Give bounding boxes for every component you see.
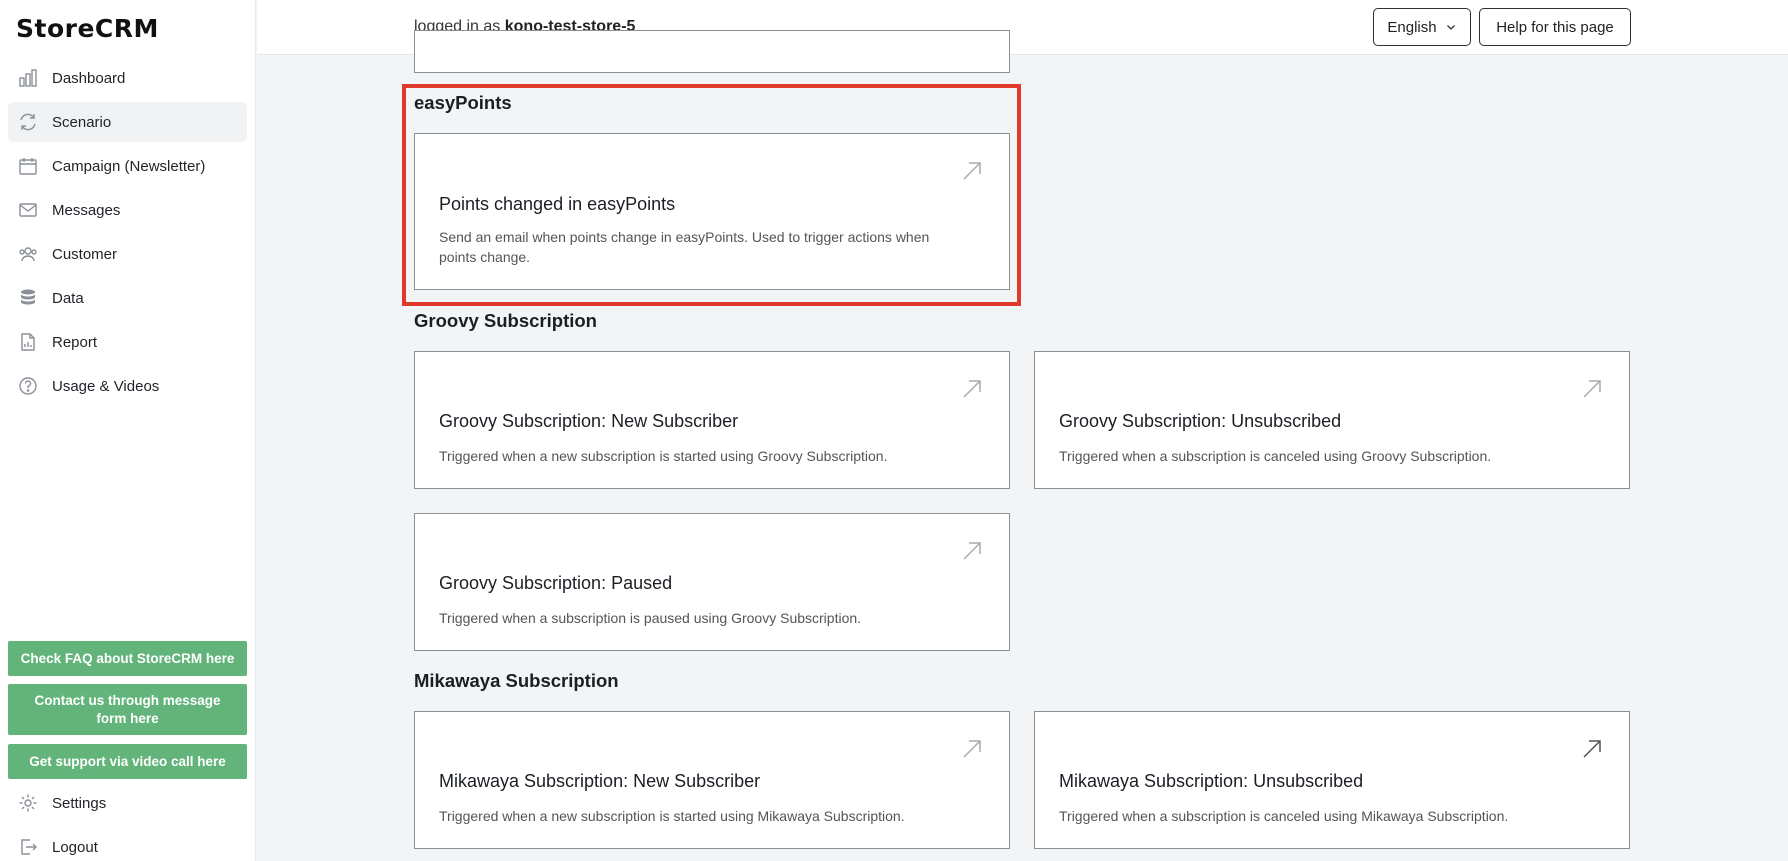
card-title: Mikawaya Subscription: Unsubscribed: [1059, 771, 1364, 791]
trigger-card-groovy-new[interactable]: Groovy Subscription: New Subscriber Trig…: [414, 351, 1010, 489]
sidebar-item-label: Messages: [52, 201, 121, 219]
database-icon: [17, 287, 39, 309]
sidebar-item-data[interactable]: Data: [8, 278, 247, 318]
refresh-icon: [17, 111, 39, 133]
card-description: Triggered when a new subscription is sta…: [439, 448, 888, 464]
arrow-up-right-icon: [961, 738, 983, 765]
section-title-mikawaya: Mikawaya Subscription: [414, 670, 619, 691]
section-title-groovy: Groovy Subscription: [414, 310, 597, 331]
gear-icon: [17, 792, 39, 814]
trigger-card-groovy-unsubscribed[interactable]: Groovy Subscription: Unsubscribed Trigge…: [1034, 351, 1630, 489]
sidebar-item-usage-videos[interactable]: Usage & Videos: [8, 366, 247, 406]
faq-button[interactable]: Check FAQ about StoreCRM here: [8, 641, 247, 676]
sidebar-item-settings[interactable]: Settings: [8, 783, 247, 823]
sidebar-item-campaign[interactable]: Campaign (Newsletter): [8, 146, 247, 186]
card-title: Mikawaya Subscription: New Subscriber: [439, 771, 761, 791]
sidebar-item-label: Logout: [52, 838, 98, 856]
sidebar-item-customer[interactable]: Customer: [8, 234, 247, 274]
logout-icon: [17, 836, 39, 858]
card-description: Triggered when a subscription is paused …: [439, 610, 862, 626]
sidebar-item-label: Data: [52, 289, 84, 307]
chevron-down-icon: [1445, 21, 1457, 33]
sidebar-item-messages[interactable]: Messages: [8, 190, 247, 230]
mail-icon: [17, 199, 39, 221]
card-description: Triggered when a subscription is cancele…: [1059, 808, 1509, 824]
language-select[interactable]: English: [1373, 8, 1471, 46]
arrow-up-right-icon: [961, 540, 983, 567]
app-logo[interactable]: StoreCRM: [16, 14, 159, 43]
card-title: Groovy Subscription: Paused: [439, 573, 673, 593]
sidebar-item-label: Settings: [52, 794, 107, 812]
arrow-up-right-icon: [961, 378, 983, 405]
users-icon: [17, 243, 39, 265]
trigger-card-partial[interactable]: [414, 30, 1010, 73]
sidebar-item-label: Customer: [52, 245, 118, 263]
bar-chart-icon: [17, 67, 39, 89]
sidebar-item-label: Scenario: [52, 113, 112, 131]
card-description: Triggered when a new subscription is sta…: [439, 808, 905, 824]
help-circle-icon: [17, 375, 39, 397]
sidebar-nav: Dashboard Scenario Campaign (Newsletter)…: [8, 58, 247, 410]
highlight-box: [402, 84, 1021, 306]
sidebar-item-label: Campaign (Newsletter): [52, 157, 206, 175]
help-button[interactable]: Help for this page: [1479, 8, 1631, 46]
sidebar-item-label: Report: [52, 333, 98, 351]
calendar-icon: [17, 155, 39, 177]
video-call-button[interactable]: Get support via video call here: [8, 744, 247, 779]
trigger-card-mikawaya-unsubscribed[interactable]: Mikawaya Subscription: Unsubscribed Trig…: [1034, 711, 1630, 849]
card-description: Triggered when a subscription is cancele…: [1059, 448, 1492, 464]
language-label: English: [1387, 18, 1437, 36]
sidebar: StoreCRM Dashboard Scenario Campaign (Ne…: [0, 0, 256, 861]
sidebar-bottom-nav: Settings Logout: [8, 783, 247, 861]
sidebar-item-label: Dashboard: [52, 69, 126, 87]
card-title: Groovy Subscription: New Subscriber: [439, 411, 739, 431]
sidebar-item-report[interactable]: Report: [8, 322, 247, 362]
sidebar-item-dashboard[interactable]: Dashboard: [8, 58, 247, 98]
sidebar-item-scenario[interactable]: Scenario: [8, 102, 247, 142]
report-icon: [17, 331, 39, 353]
trigger-card-groovy-paused[interactable]: Groovy Subscription: Paused Triggered wh…: [414, 513, 1010, 651]
sidebar-item-logout[interactable]: Logout: [8, 827, 247, 861]
trigger-card-mikawaya-new[interactable]: Mikawaya Subscription: New Subscriber Tr…: [414, 711, 1010, 849]
arrow-up-right-icon: [1581, 738, 1603, 765]
card-title: Groovy Subscription: Unsubscribed: [1059, 411, 1342, 431]
arrow-up-right-icon: [1581, 378, 1603, 405]
contact-form-button[interactable]: Contact us through message form here: [8, 684, 247, 735]
sidebar-item-label: Usage & Videos: [52, 377, 160, 395]
